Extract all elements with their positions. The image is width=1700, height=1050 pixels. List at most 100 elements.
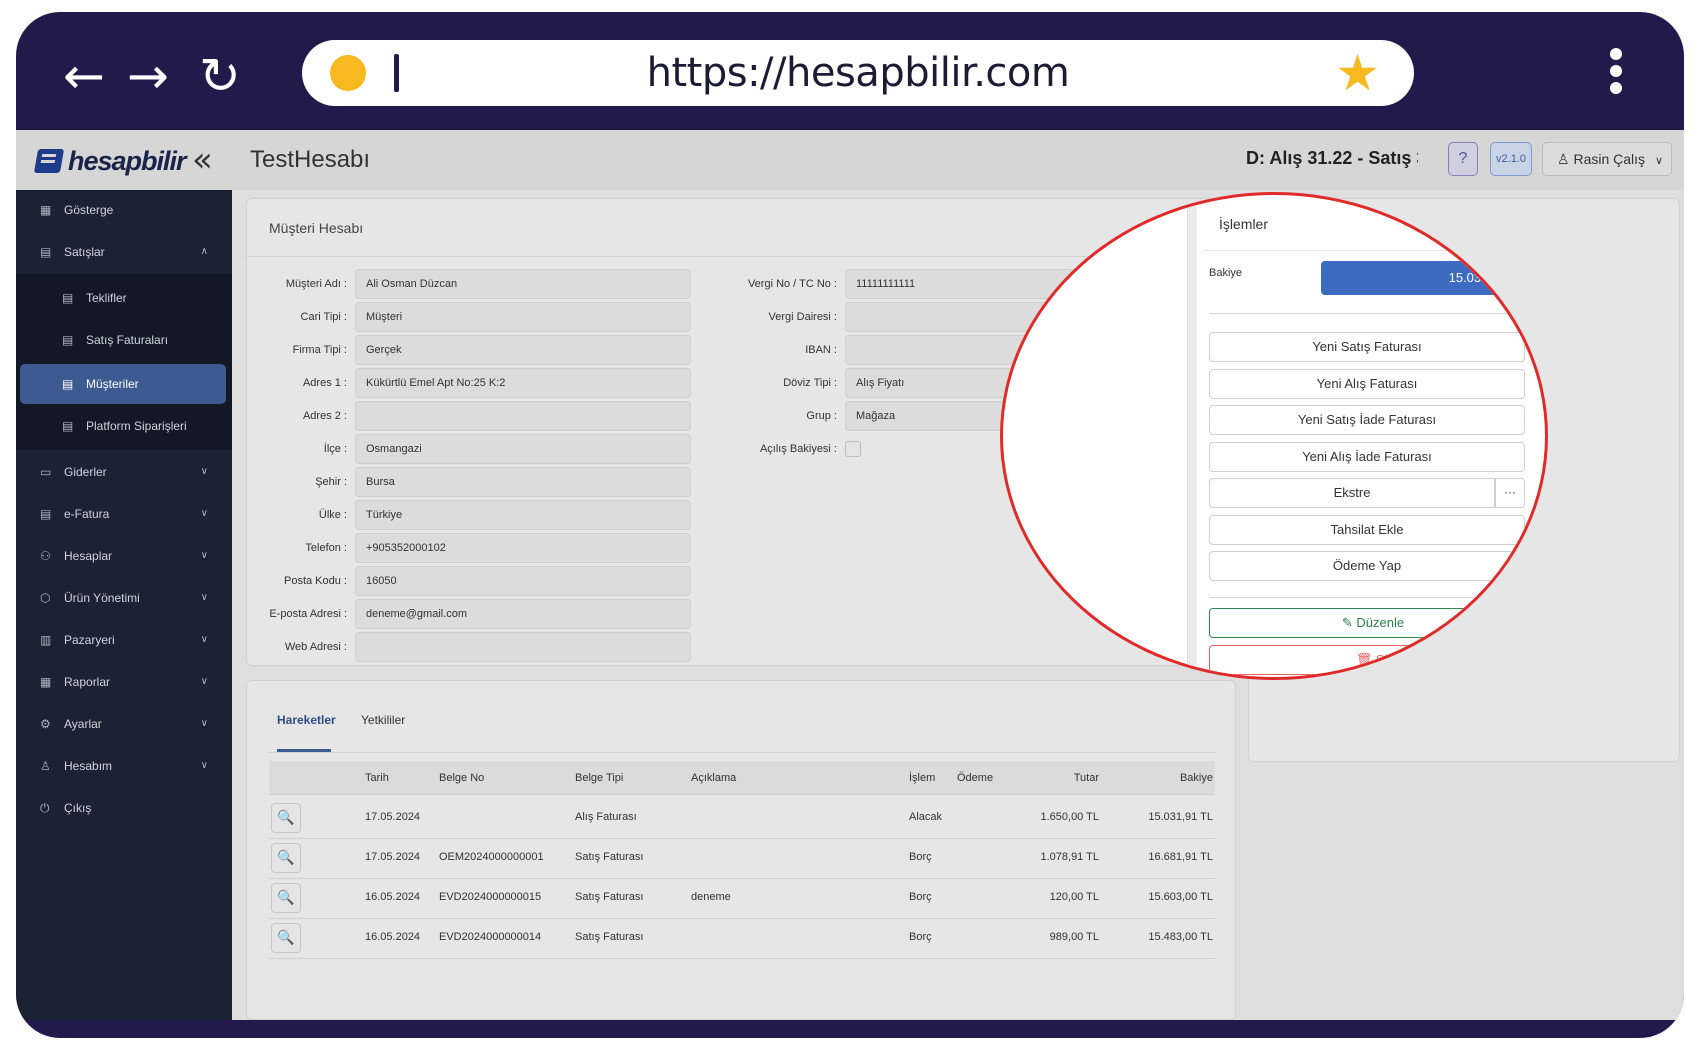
receipt-icon: ▤ — [40, 245, 52, 259]
add-collection-button[interactable]: Tahsilat Ekle — [1209, 515, 1525, 545]
field-label: Adres 2 : — [302, 410, 347, 422]
account-title: TestHesabı — [250, 146, 371, 173]
tab-yetkililer[interactable]: Yetkililer — [361, 713, 405, 727]
chart-icon: ▦ — [40, 203, 52, 217]
table-row[interactable]: 🔍 16.05.2024 EVD2024000000015 Satış Fatu… — [269, 877, 1215, 919]
table-row[interactable]: 🔍 17.05.2024 Alış Faturası Alacak 1.650,… — [269, 797, 1215, 839]
search-icon[interactable]: 🔍 — [271, 883, 301, 913]
column-header[interactable]: Ödeme — [957, 761, 993, 795]
sidebar-item-ayarlar[interactable]: ⚙ Ayarlar ∨ — [16, 704, 232, 744]
cell-operation: Borç — [909, 851, 932, 863]
sidebar-item-cikis[interactable]: ⏻ Çıkış — [16, 788, 232, 828]
new-purchase-return-invoice-button[interactable]: Yeni Alış İade Faturası — [1209, 442, 1525, 472]
sidebar-item-gosterge[interactable]: ▦ Gösterge — [16, 190, 232, 230]
bookmark-star-icon[interactable]: ★ — [1335, 46, 1380, 100]
field-label: Telefon : — [305, 542, 347, 554]
new-sales-return-invoice-button[interactable]: Yeni Satış İade Faturası — [1209, 405, 1525, 435]
forward-arrow-icon[interactable]: → — [120, 48, 176, 104]
postal-code-input[interactable]: 16050 — [355, 566, 691, 596]
address2-input[interactable] — [355, 401, 691, 431]
box-icon: ⬡ — [40, 591, 51, 605]
address-bar[interactable]: https://hesapbilir.com ★ — [302, 40, 1414, 106]
column-header[interactable]: Tarih — [365, 761, 389, 795]
column-header[interactable]: Belge No — [439, 761, 484, 795]
form-row: E-posta Adresi : deneme@gmail.com — [247, 599, 707, 629]
tab-hareketler[interactable]: Hareketler — [277, 713, 336, 727]
document-icon: ▤ — [62, 291, 74, 305]
logo-text: hesapbilir — [68, 145, 187, 176]
sidebar-item-musteriler[interactable]: ▤ Müşteriler — [16, 364, 232, 404]
edit-button[interactable]: ✎ Düzenle — [1209, 608, 1537, 638]
new-sales-invoice-button[interactable]: Yeni Satış Faturası — [1209, 332, 1525, 362]
sidebar-item-satislar[interactable]: ▤ Satışlar ∧ — [16, 232, 232, 272]
sidebar-item-label: Giderler — [64, 465, 107, 479]
help-button[interactable]: ? — [1448, 142, 1478, 176]
sidebar-item-raporlar[interactable]: ▦ Raporlar ∨ — [16, 662, 232, 702]
address1-input[interactable]: Kükürtlü Emel Apt No:25 K:2 — [355, 368, 691, 398]
sidebar-item-label: Platform Siparişleri — [86, 419, 187, 433]
user-menu-button[interactable]: ♙ Rasin Çalış ∨ — [1542, 142, 1672, 176]
website-input[interactable] — [355, 632, 691, 662]
cell-description: deneme — [691, 891, 731, 903]
customer-name-input[interactable]: Ali Osman Düzcan — [355, 269, 691, 299]
column-header[interactable]: Tutar — [1049, 761, 1099, 795]
search-icon[interactable]: 🔍 — [271, 923, 301, 953]
sidebar-item-platform-siparisleri[interactable]: ▤ Platform Siparişleri — [16, 406, 232, 446]
logout-icon: ⏻ — [40, 801, 50, 815]
company-type-input[interactable]: Gerçek — [355, 335, 691, 365]
city-input[interactable]: Bursa — [355, 467, 691, 497]
cell-balance: 16.681,91 TL — [1148, 851, 1213, 863]
sidebar-item-label: Müşteriler — [86, 377, 139, 391]
cell-amount: 989,00 TL — [1049, 931, 1099, 943]
sidebar-item-label: e-Fatura — [64, 507, 110, 521]
make-payment-button[interactable]: Ödeme Yap — [1209, 551, 1525, 581]
exchange-rate-ticker: D: Alış 31.22 - Satış 31.22 — [1246, 148, 1418, 168]
table-row[interactable]: 🔍 16.05.2024 EVD2024000000014 Satış Fatu… — [269, 917, 1215, 959]
cell-amount: 120,00 TL — [1049, 891, 1099, 903]
form-row: Şehir : Bursa — [247, 467, 707, 497]
field-label: IBAN : — [805, 344, 837, 356]
browser-menu-icon[interactable] — [1610, 48, 1624, 94]
sidebar-item-hesaplar[interactable]: ⚇ Hesaplar ∨ — [16, 536, 232, 576]
version-badge[interactable]: v2.1.0 — [1490, 142, 1532, 176]
opening-balance-checkbox[interactable] — [845, 441, 861, 457]
table-row[interactable]: 🔍 17.05.2024 OEM2024000000001 Satış Fatu… — [269, 837, 1215, 879]
more-options-icon[interactable]: ··· — [1495, 478, 1525, 508]
back-arrow-icon[interactable]: ← — [56, 48, 112, 104]
collapse-sidebar-icon[interactable]: « — [192, 142, 213, 178]
sidebar-item-e-fatura[interactable]: ▤ e-Fatura ∨ — [16, 494, 232, 534]
sidebar-item-satis-faturalari[interactable]: ▤ Satış Faturaları — [16, 320, 232, 360]
help-icon: ? — [1458, 150, 1468, 167]
column-header[interactable]: Bakiye — [1149, 761, 1213, 795]
balance-value: 15.031,91 TL — [1321, 261, 1537, 295]
column-header[interactable]: Açıklama — [691, 761, 736, 795]
sidebar-item-hesabim[interactable]: ♙ Hesabım ∨ — [16, 746, 232, 786]
form-row: Adres 1 : Kükürtlü Emel Apt No:25 K:2 — [247, 368, 707, 398]
column-header[interactable]: Belge Tipi — [575, 761, 623, 795]
sidebar-item-pazaryeri[interactable]: ▥ Pazaryeri ∨ — [16, 620, 232, 660]
phone-input[interactable]: +905352000102 — [355, 533, 691, 563]
sidebar-item-label: Ayarlar — [64, 717, 102, 731]
reload-icon[interactable]: ↻ — [192, 48, 248, 104]
statement-button[interactable]: Ekstre — [1209, 478, 1495, 508]
logo[interactable]: hesapbilir — [33, 144, 187, 178]
cell-doc-type: Satış Faturası — [575, 851, 644, 863]
url-text[interactable]: https://hesapbilir.com — [302, 40, 1414, 106]
country-input[interactable]: Türkiye — [355, 500, 691, 530]
field-label: Posta Kodu : — [284, 575, 347, 587]
search-icon[interactable]: 🔍 — [271, 843, 301, 873]
district-input[interactable]: Osmangazi — [355, 434, 691, 464]
search-icon[interactable]: 🔍 — [271, 803, 301, 833]
cell-balance: 15.603,00 TL — [1148, 891, 1213, 903]
sidebar-item-teklifler[interactable]: ▤ Teklifler — [16, 278, 232, 318]
field-label: Döviz Tipi : — [783, 377, 837, 389]
form-row: Firma Tipi : Gerçek — [247, 335, 707, 365]
delete-button[interactable]: 🗑 Sil — [1209, 645, 1537, 675]
account-type-input[interactable]: Müşteri — [355, 302, 691, 332]
email-input[interactable]: deneme@gmail.com — [355, 599, 691, 629]
sidebar-item-urun-yonetimi[interactable]: ⬡ Ürün Yönetimi ∨ — [16, 578, 232, 618]
sidebar-item-giderler[interactable]: ▭ Giderler ∨ — [16, 452, 232, 492]
new-purchase-invoice-button[interactable]: Yeni Alış Faturası — [1209, 369, 1525, 399]
browser-toolbar: ← → ↻ https://hesapbilir.com ★ — [16, 12, 1684, 130]
column-header[interactable]: İşlem — [909, 761, 935, 795]
